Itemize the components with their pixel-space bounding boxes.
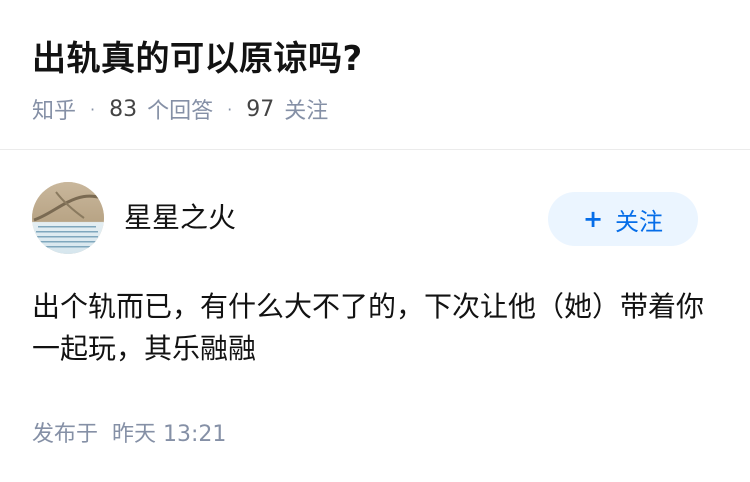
meta-separator: · — [90, 99, 96, 119]
avatar-image — [32, 182, 104, 254]
meta-separator: · — [227, 99, 233, 119]
published-label: 发布于 — [32, 422, 99, 447]
answer-author: 星星之火 + 关注 — [32, 182, 718, 256]
question-title[interactable]: 出轨真的可以原谅吗? — [32, 36, 363, 82]
answer-count-label: 个回答 — [147, 99, 214, 124]
answer-content[interactable]: 出个轨而已，有什么大不了的，下次让他（她）带着你一起玩，其乐融融 — [32, 286, 722, 370]
answer-count: 83 — [109, 96, 138, 122]
question-header: 出轨真的可以原谅吗? 知乎 · 83 个回答 · 97 关注 — [0, 0, 750, 150]
source-label[interactable]: 知乎 — [32, 93, 76, 125]
follower-count: 97 — [246, 96, 275, 122]
follower-count-label: 关注 — [284, 99, 329, 124]
avatar[interactable] — [32, 182, 104, 254]
published-time: 昨天 13:21 — [112, 422, 227, 447]
answer-time: 发布于 昨天 13:21 — [32, 414, 226, 450]
author-name[interactable]: 星星之火 — [124, 200, 236, 236]
question-meta: 知乎 · 83 个回答 · 97 关注 — [32, 92, 328, 126]
follow-author-button[interactable]: + 关注 — [548, 192, 698, 246]
plus-icon: + — [582, 205, 604, 233]
follow-button-label: 关注 — [615, 207, 664, 236]
